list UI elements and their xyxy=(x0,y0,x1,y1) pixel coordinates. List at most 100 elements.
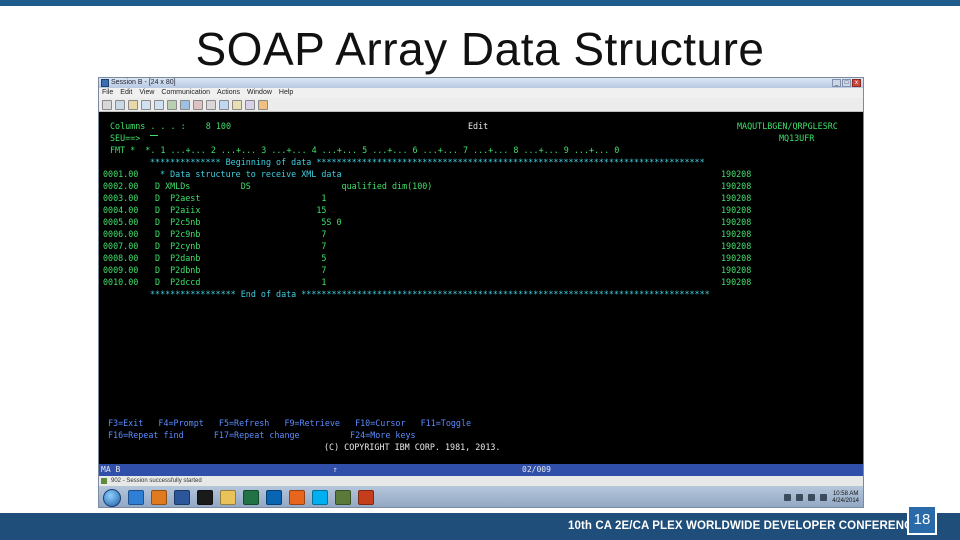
row-date: 190208 xyxy=(721,253,752,263)
menu-window[interactable]: Window xyxy=(247,88,272,98)
edit-mode: Edit xyxy=(468,121,489,131)
row-source[interactable]: * Data structure to receive XML data xyxy=(155,169,342,180)
row-source[interactable]: D P2c5nb 5S 0 xyxy=(155,217,342,228)
tray-volume-icon[interactable] xyxy=(820,494,828,501)
row-date: 190208 xyxy=(721,181,752,191)
tray-flag-icon[interactable] xyxy=(796,494,804,501)
begin-of-data: ************** Beginning of data *******… xyxy=(150,157,705,167)
macro-icon[interactable] xyxy=(232,100,242,110)
row-date: 190208 xyxy=(721,205,752,215)
row-source[interactable]: D P2dbnb 7 xyxy=(155,265,326,276)
toolbar xyxy=(99,98,863,112)
powerpoint-icon[interactable] xyxy=(358,490,374,505)
row-seq: 0005.00 xyxy=(103,217,139,227)
session-manager-icon[interactable] xyxy=(335,490,351,505)
play-icon[interactable] xyxy=(219,100,229,110)
format-ruler: FMT * *. 1 ...+... 2 ...+... 3 ...+... 4… xyxy=(110,145,620,155)
copy-icon[interactable] xyxy=(115,100,125,110)
row-seq: 0002.00 xyxy=(103,181,139,191)
tray-network-icon[interactable] xyxy=(808,494,816,501)
member-name: MQ13UFR xyxy=(779,133,815,143)
row-seq: 0007.00 xyxy=(103,241,139,251)
row-seq: 0004.00 xyxy=(103,205,139,215)
row-date: 190208 xyxy=(721,241,752,251)
tray-clock[interactable]: 10:58 AM 4/24/2014 xyxy=(832,491,859,505)
conference-footer: 10th CA 2E/CA PLEX WORLDWIDE DEVELOPER C… xyxy=(568,520,921,532)
status-bar: 902 - Session successfully started xyxy=(99,476,863,486)
firefox-icon[interactable] xyxy=(289,490,305,505)
cursor-position: 02/009 xyxy=(522,465,551,474)
source-file: MAQUTLBGEN/QRPGLESRC xyxy=(737,121,838,131)
row-seq: 0008.00 xyxy=(103,253,139,263)
columns-label: Columns . . . : 8 100 xyxy=(110,121,232,131)
outlook-icon[interactable] xyxy=(266,490,282,505)
row-source[interactable]: D P2danb 5 xyxy=(155,253,326,264)
maximize-icon[interactable]: □ xyxy=(842,79,851,87)
copyright-notice: (C) COPYRIGHT IBM CORP. 1981, 2013. xyxy=(324,442,501,452)
close-icon[interactable]: x xyxy=(852,79,861,87)
row-date: 190208 xyxy=(721,265,752,275)
menu-edit[interactable]: Edit xyxy=(120,88,132,98)
operator-info-area: MA B ⇑ 02/009 xyxy=(99,464,863,476)
disconnect-icon[interactable] xyxy=(193,100,203,110)
command-prompt-icon[interactable] xyxy=(197,490,213,505)
session-indicator: MA B xyxy=(101,465,121,474)
menu-help[interactable]: Help xyxy=(279,88,293,98)
row-date: 190208 xyxy=(721,169,752,179)
page-number-badge: 18 xyxy=(907,505,937,535)
start-button-icon[interactable] xyxy=(103,488,121,507)
internet-explorer-icon[interactable] xyxy=(128,490,144,505)
excel-icon[interactable] xyxy=(243,490,259,505)
row-source[interactable]: D P2aiix 15 xyxy=(155,205,326,216)
function-keys-line-1[interactable]: F3=Exit F4=Prompt F5=Refresh F9=Retrieve… xyxy=(108,418,471,429)
print-icon[interactable] xyxy=(102,100,112,110)
menu-file[interactable]: File xyxy=(102,88,113,98)
seu-prompt: SEU==> xyxy=(110,133,141,143)
row-source[interactable]: D P2aest 1 xyxy=(155,193,326,204)
row-source[interactable]: D P2dccd 1 xyxy=(155,277,326,288)
connection-icon xyxy=(101,478,107,484)
tray-arrow-icon[interactable] xyxy=(784,494,792,501)
receive-icon[interactable] xyxy=(154,100,164,110)
end-of-data: ***************** End of data **********… xyxy=(150,289,710,299)
system-tray: 10:58 AM 4/24/2014 xyxy=(784,488,859,507)
status-message: 902 - Session successfully started xyxy=(111,478,202,484)
row-date: 190208 xyxy=(721,277,752,287)
command-cursor xyxy=(150,135,158,136)
record-icon[interactable] xyxy=(206,100,216,110)
clock-date: 4/24/2014 xyxy=(832,497,859,504)
row-source[interactable]: D P2c9nb 7 xyxy=(155,229,326,240)
menu-view[interactable]: View xyxy=(139,88,154,98)
help-icon[interactable] xyxy=(258,100,268,110)
menu-bar: File Edit View Communication Actions Win… xyxy=(99,88,863,98)
skype-icon[interactable] xyxy=(312,490,328,505)
media-player-icon[interactable] xyxy=(151,490,167,505)
file-explorer-icon[interactable] xyxy=(220,490,236,505)
row-source[interactable]: D P2cynb 7 xyxy=(155,241,326,252)
customize-icon[interactable] xyxy=(245,100,255,110)
send-icon[interactable] xyxy=(141,100,151,110)
row-seq: 0006.00 xyxy=(103,229,139,239)
connect-icon[interactable] xyxy=(180,100,190,110)
window-title: Session B - [24 x 80] xyxy=(111,79,176,86)
window-controls: _ □ x xyxy=(832,79,861,87)
word-icon[interactable] xyxy=(174,490,190,505)
row-seq: 0010.00 xyxy=(103,277,139,287)
window-titlebar[interactable]: Session B - [24 x 80] _ □ x xyxy=(99,78,863,88)
row-date: 190208 xyxy=(721,217,752,227)
slide-title: SOAP Array Data Structure xyxy=(195,23,765,75)
row-date: 190208 xyxy=(721,229,752,239)
menu-actions[interactable]: Actions xyxy=(217,88,240,98)
function-keys-line-2[interactable]: F16=Repeat find F17=Repeat change F24=Mo… xyxy=(108,430,416,441)
top-accent-bar xyxy=(0,0,960,6)
session-app-icon xyxy=(101,79,109,87)
minimize-icon[interactable]: _ xyxy=(832,79,841,87)
display-icon[interactable] xyxy=(167,100,177,110)
menu-communication[interactable]: Communication xyxy=(161,88,210,98)
terminal-screen[interactable]: Columns . . . : 8 100 Edit MAQUTLBGEN/QR… xyxy=(99,112,863,464)
paste-icon[interactable] xyxy=(128,100,138,110)
row-seq: 0003.00 xyxy=(103,193,139,203)
row-source[interactable]: D XMLDs DS qualified dim(100) xyxy=(155,181,432,192)
row-seq: 0009.00 xyxy=(103,265,139,275)
shift-indicator: ⇑ xyxy=(333,465,338,474)
